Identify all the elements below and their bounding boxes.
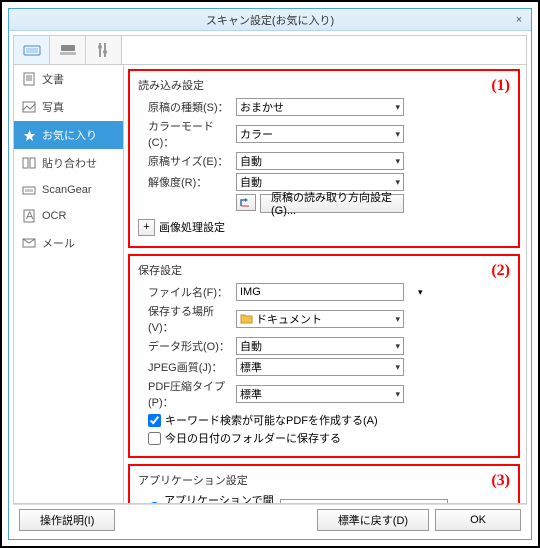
chevron-down-icon: ▾	[439, 503, 444, 504]
pdf-compression-label: PDF圧縮タイプ(P)：	[138, 378, 236, 410]
doc-type-select[interactable]: おまかせ▾	[236, 98, 404, 116]
scangear-icon	[22, 183, 36, 197]
save-location-select[interactable]: ドキュメント ▾	[236, 310, 404, 328]
color-mode-select[interactable]: カラー▾	[236, 125, 404, 143]
orientation-icon-button[interactable]	[236, 194, 256, 211]
sidebar-item-mail[interactable]: メール	[14, 229, 123, 257]
ocr-icon: A	[22, 209, 36, 223]
chevron-down-icon[interactable]: ▾	[418, 287, 423, 298]
sidebar-item-label: 文書	[42, 71, 64, 87]
save-settings-group: (2) 保存設定 ファイル名(F)： IMG ▾ 保存する場所(V)： ドキュメ…	[128, 254, 520, 458]
data-format-select[interactable]: 自動▾	[236, 337, 404, 355]
chevron-down-icon: ▾	[395, 341, 400, 352]
titlebar: スキャン設定(お気に入り) ×	[9, 9, 531, 31]
chevron-down-icon: ▾	[395, 389, 400, 400]
svg-text:A: A	[26, 210, 34, 222]
group-number: (1)	[491, 77, 510, 95]
chevron-down-icon: ▾	[395, 102, 400, 113]
settings-panel: (1) 読み込み設定 原稿の種類(S)： おまかせ▾ カラーモード(C)： カラ…	[124, 65, 526, 503]
sidebar-item-photo[interactable]: 写真	[14, 93, 123, 121]
data-format-label: データ形式(O)：	[138, 338, 236, 354]
date-folder-checkbox[interactable]	[148, 432, 161, 445]
doc-size-select[interactable]: 自動▾	[236, 152, 404, 170]
group-header: アプリケーション設定	[138, 472, 510, 488]
open-app-select[interactable]: エクスプローラー ▾	[280, 499, 448, 503]
sidebar-item-ocr[interactable]: A OCR	[14, 203, 123, 229]
orientation-settings-button[interactable]: 原稿の読み取り方向設定(G)...	[260, 194, 404, 213]
group-header: 保存設定	[138, 262, 510, 278]
jpeg-quality-label: JPEG画質(J)：	[138, 359, 236, 375]
app-settings-group: (3) アプリケーション設定 アプリケーションで開く： エクスプローラー ▾ ア…	[128, 464, 520, 503]
save-location-label: 保存する場所(V)：	[138, 303, 236, 335]
top-toolbar	[13, 35, 527, 65]
sidebar-item-scangear[interactable]: ScanGear	[14, 177, 123, 203]
filename-label: ファイル名(F)：	[138, 284, 236, 300]
doc-size-label: 原稿サイズ(E)：	[138, 153, 236, 169]
group-number: (3)	[491, 472, 510, 490]
chevron-down-icon: ▾	[395, 314, 400, 325]
chevron-down-icon: ▾	[395, 362, 400, 373]
tab-to-computer[interactable]	[50, 36, 86, 64]
mail-icon	[22, 236, 36, 250]
defaults-button[interactable]: 標準に戻す(D)	[317, 509, 429, 531]
sidebar: 文書 写真 お気に入り 貼り合わせ ScanGear	[14, 65, 124, 503]
document-icon	[22, 72, 36, 86]
photo-icon	[22, 100, 36, 114]
sidebar-item-document[interactable]: 文書	[14, 65, 123, 93]
sidebar-item-label: お気に入り	[42, 127, 97, 143]
ok-button[interactable]: OK	[435, 509, 521, 531]
sidebar-item-favorite[interactable]: お気に入り	[14, 121, 123, 149]
group-header: 読み込み設定	[138, 77, 510, 93]
jpeg-quality-select[interactable]: 標準▾	[236, 358, 404, 376]
pdf-searchable-label: キーワード検索が可能なPDFを作成する(A)	[165, 412, 378, 428]
footer: 操作説明(I) 標準に戻す(D) OK	[13, 504, 527, 535]
group-number: (2)	[491, 262, 510, 280]
tab-settings[interactable]	[86, 36, 122, 64]
date-folder-label: 今日の日付のフォルダーに保存する	[165, 430, 341, 446]
folder-icon	[240, 313, 253, 325]
doc-type-label: 原稿の種類(S)：	[138, 99, 236, 115]
stitch-icon	[22, 156, 36, 170]
pdf-searchable-checkbox[interactable]	[148, 414, 161, 427]
chevron-down-icon: ▾	[395, 156, 400, 167]
sidebar-item-label: 貼り合わせ	[42, 155, 97, 171]
chevron-down-icon: ▾	[395, 129, 400, 140]
open-app-radio[interactable]	[148, 502, 161, 504]
tab-from-scanner[interactable]	[14, 36, 50, 64]
pdf-compression-select[interactable]: 標準▾	[236, 385, 404, 403]
scan-settings-group: (1) 読み込み設定 原稿の種類(S)： おまかせ▾ カラーモード(C)： カラ…	[128, 69, 520, 248]
sidebar-item-label: 写真	[42, 99, 64, 115]
image-processing-label: 画像処理設定	[159, 219, 225, 235]
sidebar-item-label: ScanGear	[42, 184, 92, 196]
window-title: スキャン設定(お気に入り)	[206, 12, 334, 28]
resolution-label: 解像度(R)：	[138, 174, 236, 190]
help-button[interactable]: 操作説明(I)	[19, 509, 115, 531]
folder-icon	[284, 502, 297, 503]
close-icon[interactable]: ×	[511, 12, 527, 28]
star-icon	[22, 128, 36, 142]
sidebar-item-label: OCR	[42, 210, 66, 222]
filename-input[interactable]: IMG	[236, 283, 404, 301]
color-mode-label: カラーモード(C)：	[138, 118, 236, 150]
chevron-down-icon: ▾	[395, 177, 400, 188]
sidebar-item-stitch[interactable]: 貼り合わせ	[14, 149, 123, 177]
expand-button[interactable]: +	[138, 219, 155, 236]
sidebar-item-label: メール	[42, 235, 75, 251]
